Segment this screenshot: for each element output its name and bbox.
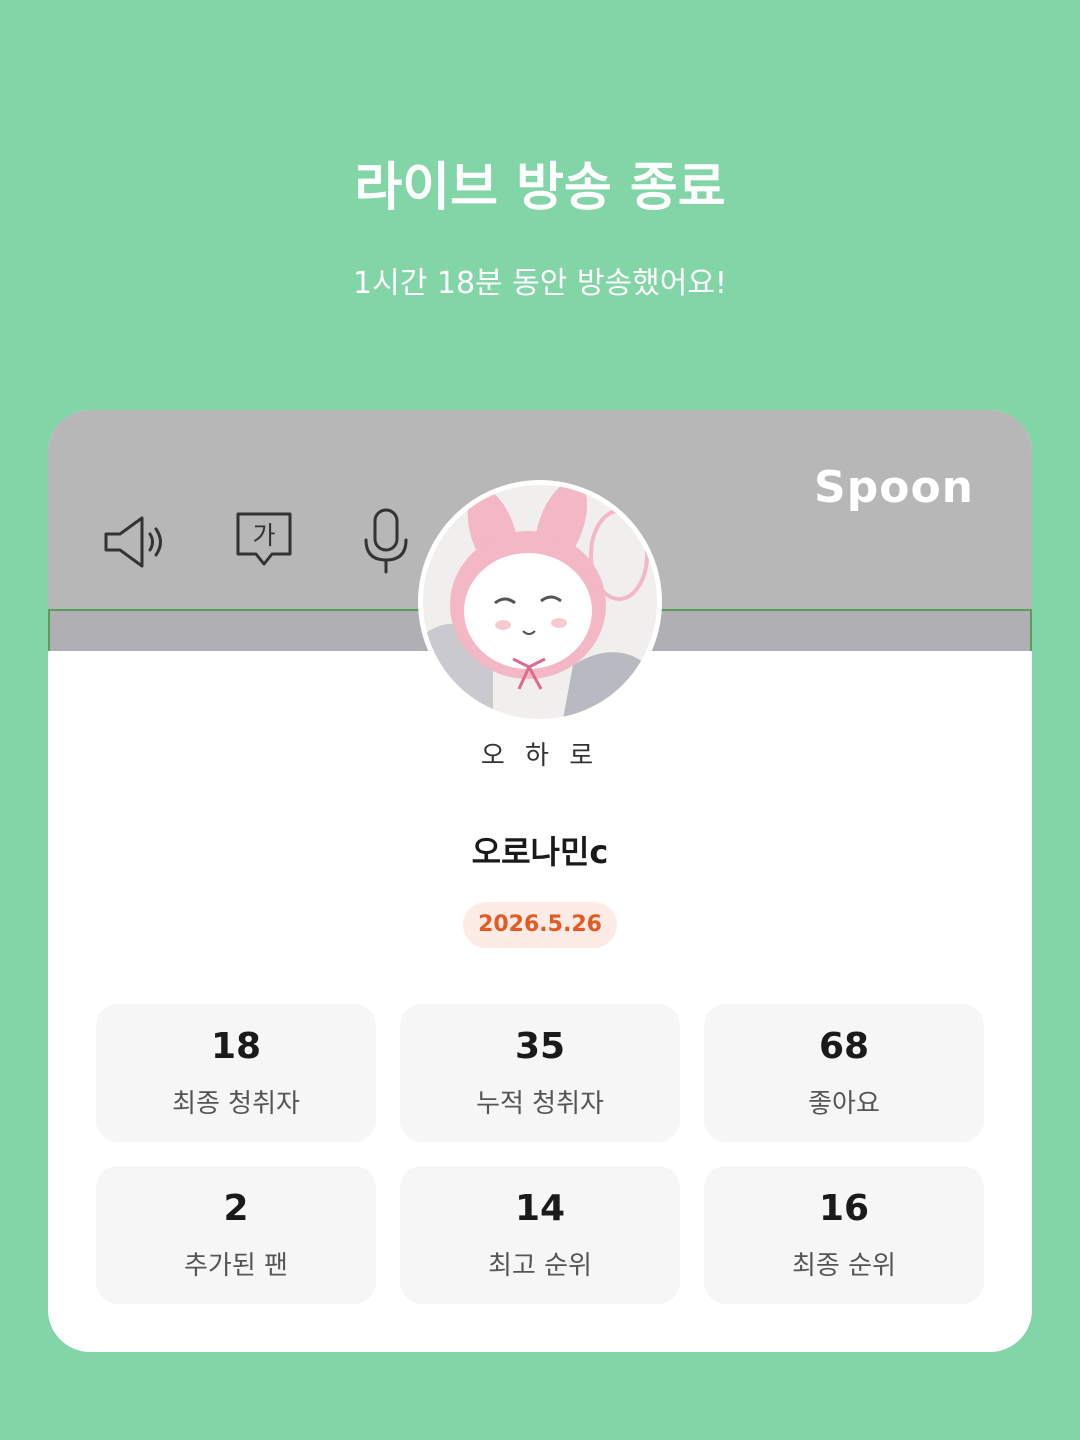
stat-highest-rank: 14 최고 순위 bbox=[400, 1166, 680, 1304]
host-name: 오로나민c bbox=[471, 833, 609, 871]
subtitle-icon[interactable]: 가 bbox=[224, 502, 304, 582]
broadcast-duration-text: 1시간 18분 동안 방송했어요! bbox=[353, 266, 727, 301]
speaker-icon[interactable] bbox=[98, 502, 178, 582]
stat-final-rank: 16 최종 순위 bbox=[704, 1166, 984, 1304]
stat-value: 35 bbox=[514, 1026, 566, 1067]
stat-value: 18 bbox=[210, 1026, 262, 1067]
microphone-icon[interactable] bbox=[346, 502, 426, 582]
stat-label: 최종 순위 bbox=[792, 1251, 896, 1281]
stat-value: 2 bbox=[223, 1188, 249, 1229]
stat-final-listeners: 18 최종 청취자 bbox=[96, 1004, 376, 1142]
stat-label: 추가된 팬 bbox=[184, 1251, 288, 1281]
subtitle-icon-text: 가 bbox=[252, 521, 275, 550]
stat-value: 14 bbox=[514, 1188, 566, 1229]
avatar-caption: 오 하 로 bbox=[480, 741, 600, 771]
stat-value: 16 bbox=[818, 1188, 870, 1229]
stat-label: 좋아요 bbox=[808, 1089, 880, 1119]
stat-label: 누적 청취자 bbox=[476, 1089, 604, 1119]
page-title: 라이브 방송 종료 bbox=[354, 158, 726, 218]
stat-value: 68 bbox=[818, 1026, 870, 1067]
stat-likes: 68 좋아요 bbox=[704, 1004, 984, 1142]
spoon-logo: Spoon bbox=[814, 462, 974, 513]
stat-new-fans: 2 추가된 팬 bbox=[96, 1166, 376, 1304]
avatar-illustration bbox=[423, 485, 657, 719]
stat-total-listeners: 35 누적 청취자 bbox=[400, 1004, 680, 1142]
broadcast-summary-card: Spoon 가 오 하 로 오로나민c 2026.5.26 18 최종 청취자 … bbox=[48, 410, 1032, 1352]
avatar[interactable] bbox=[418, 480, 662, 724]
stat-label: 최고 순위 bbox=[488, 1251, 592, 1281]
stat-label: 최종 청취자 bbox=[172, 1089, 300, 1119]
broadcast-date-badge: 2026.5.26 bbox=[463, 902, 617, 948]
